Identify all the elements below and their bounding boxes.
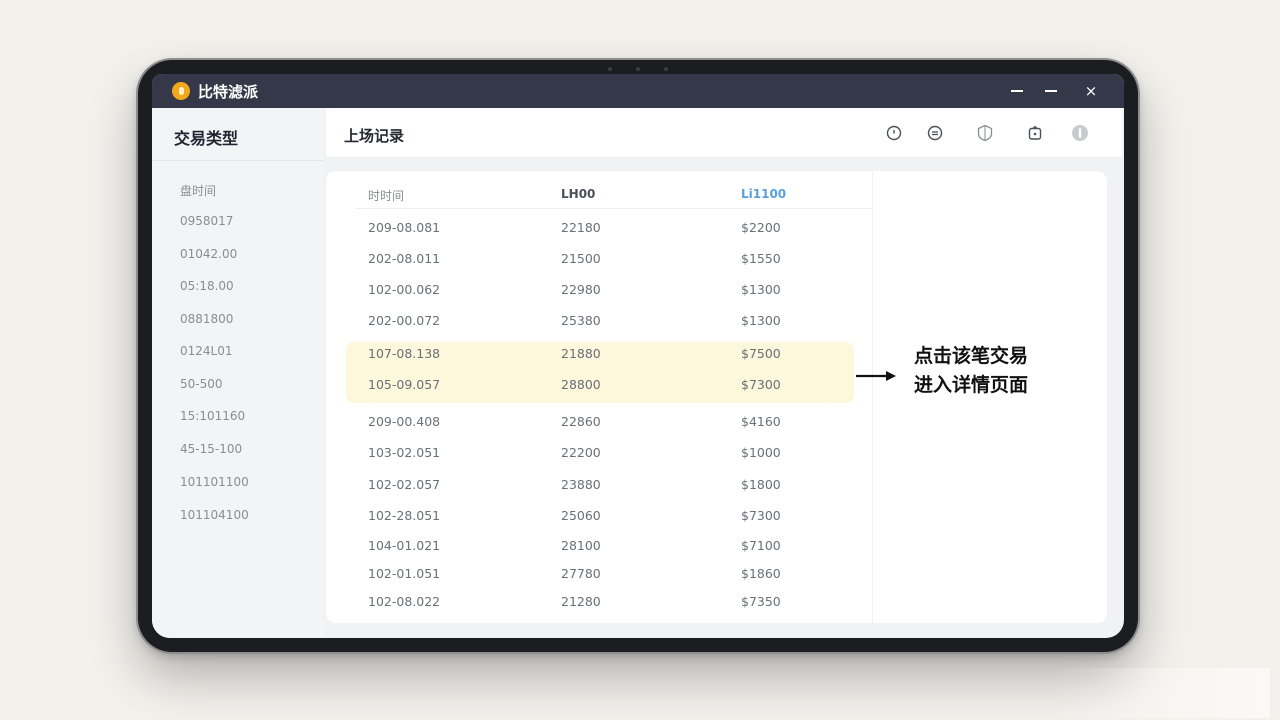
row-date: 209-00.408 [368, 414, 441, 429]
sidebar-item[interactable]: 0881800 [180, 312, 233, 326]
column-header-amount[interactable]: LH00 [561, 187, 595, 201]
arrow-right-icon [856, 371, 896, 381]
row-date: 103-02.051 [368, 445, 441, 460]
row-date: 102-08.022 [368, 594, 441, 609]
row-price: $1800 [741, 477, 781, 492]
row-price: $7350 [741, 594, 781, 609]
row-date: 209-08.081 [368, 220, 441, 235]
row-amount: 25380 [561, 313, 601, 328]
row-amount: 22980 [561, 282, 601, 297]
title-bar: 比特滤派 × [152, 74, 1124, 108]
row-price: $7500 [741, 346, 781, 361]
annotation-line-1: 点击该笔交易 [914, 345, 1029, 367]
annotation-callout: 点击该笔交易 进入详情页面 [914, 342, 1028, 400]
column-header-time[interactable]: 时时间 [368, 187, 404, 204]
chat-icon[interactable] [926, 124, 944, 142]
header-divider [356, 208, 872, 209]
row-price: $7300 [741, 508, 781, 523]
close-button[interactable]: × [1078, 78, 1104, 104]
row-price: $7100 [741, 538, 781, 553]
sidebar-title: 交易类型 [174, 129, 239, 148]
row-amount: 22200 [561, 445, 601, 460]
sidebar-item[interactable]: 101104100 [180, 508, 249, 522]
row-amount: 21500 [561, 251, 601, 266]
row-amount: 27780 [561, 566, 601, 581]
bitcoin-logo-icon [172, 82, 190, 100]
row-amount: 21880 [561, 346, 601, 361]
row-date: 102-00.062 [368, 282, 441, 297]
page-title: 上场记录 [344, 127, 405, 145]
clock-icon[interactable] [885, 124, 903, 142]
shield-icon[interactable] [976, 124, 994, 142]
row-price: $1300 [741, 313, 781, 328]
row-price: $1000 [741, 445, 781, 460]
restore-icon [1045, 90, 1057, 92]
camera-bar [608, 66, 668, 72]
row-amount: 28800 [561, 377, 601, 392]
minimize-button[interactable] [1004, 78, 1030, 104]
row-amount: 22180 [561, 220, 601, 235]
restore-button[interactable] [1038, 78, 1064, 104]
row-price: $1300 [741, 282, 781, 297]
sidebar: 交易类型 盘时间 0958017 01042.00 05:18.00 0881800 01… [152, 108, 324, 638]
minimize-icon [1011, 90, 1023, 92]
annotation-line-2: 进入详情页面 [914, 374, 1029, 396]
row-price: $4160 [741, 414, 781, 429]
row-amount: 23880 [561, 477, 601, 492]
row-date: 102-01.051 [368, 566, 441, 581]
row-date: 202-08.011 [368, 251, 441, 266]
row-date: 202-00.072 [368, 313, 441, 328]
row-amount: 25060 [561, 508, 601, 523]
row-amount: 28100 [561, 538, 601, 553]
sidebar-item[interactable]: 0124L01 [180, 344, 233, 358]
column-divider [872, 171, 873, 623]
row-price: $7300 [741, 377, 781, 392]
row-date: 105-09.057 [368, 377, 441, 392]
info-icon[interactable] [1071, 124, 1089, 142]
row-price: $1550 [741, 251, 781, 266]
row-amount: 22860 [561, 414, 601, 429]
sidebar-item[interactable]: 15:101160 [180, 409, 245, 423]
page-header: 上场记录 [326, 108, 1122, 158]
app-title: 比特滤派 [198, 83, 259, 101]
background-glow [1050, 668, 1270, 718]
sidebar-item[interactable]: 50-500 [180, 377, 223, 391]
column-header-price[interactable]: Li1100 [741, 187, 786, 201]
sidebar-item[interactable]: 101101100 [180, 475, 249, 489]
row-price: $1860 [741, 566, 781, 581]
row-price: $2200 [741, 220, 781, 235]
box-icon[interactable] [1026, 124, 1044, 142]
sidebar-item[interactable]: 0958017 [180, 214, 233, 228]
row-date: 102-28.051 [368, 508, 441, 523]
sidebar-item[interactable]: 01042.00 [180, 247, 237, 261]
sidebar-item[interactable]: 盘时间 [180, 182, 216, 199]
row-date: 104-01.021 [368, 538, 441, 553]
row-date: 107-08.138 [368, 346, 441, 361]
sidebar-item[interactable]: 45-15-100 [180, 442, 242, 456]
row-amount: 21280 [561, 594, 601, 609]
sidebar-item[interactable]: 05:18.00 [180, 279, 234, 293]
sidebar-divider [152, 160, 324, 161]
row-date: 102-02.057 [368, 477, 441, 492]
